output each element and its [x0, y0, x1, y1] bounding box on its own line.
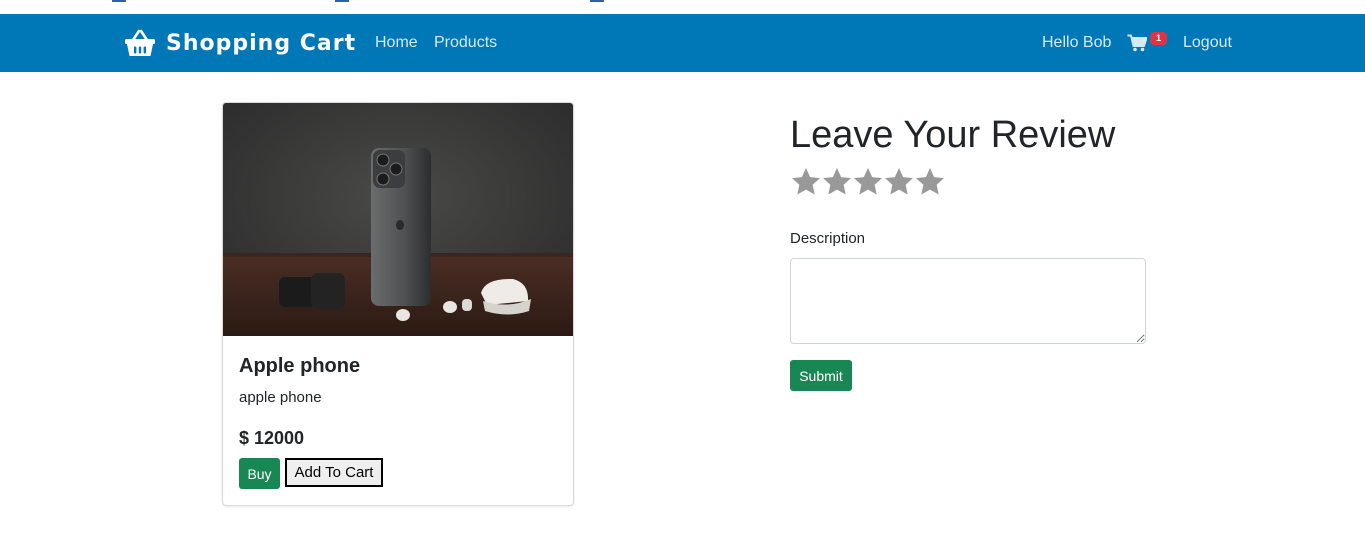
review-heading: Leave Your Review	[790, 114, 1116, 156]
navbar: Shopping Cart Home Products Hello Bob 1 …	[0, 14, 1365, 72]
cart-count-badge: 1	[1150, 32, 1167, 45]
star-icon[interactable]	[821, 166, 853, 198]
nav-link-products[interactable]: Products	[434, 34, 497, 52]
cart-icon	[1127, 34, 1147, 52]
product-description: apple phone	[239, 389, 322, 406]
star-icon[interactable]	[790, 166, 822, 198]
submit-button[interactable]: Submit	[790, 360, 852, 391]
product-title: Apple phone	[239, 355, 361, 377]
nav-link-home[interactable]: Home	[375, 34, 418, 52]
product-card: Apple phone apple phone $ 12000 Buy Add …	[222, 102, 574, 506]
bookmark-icon	[112, 0, 126, 2]
product-image	[223, 103, 573, 336]
star-rating[interactable]	[790, 166, 945, 198]
brand-name: Shopping Cart	[166, 30, 357, 56]
bookmark-icon	[335, 0, 349, 2]
user-greeting: Hello Bob	[1042, 34, 1112, 51]
logout-link[interactable]: Logout	[1183, 34, 1232, 52]
cart-link[interactable]: 1	[1127, 32, 1167, 54]
browser-top-strip	[0, 0, 1365, 14]
brand-link[interactable]: Shopping Cart	[124, 27, 356, 59]
star-icon[interactable]	[914, 166, 946, 198]
description-label: Description	[790, 230, 866, 247]
basket-icon	[125, 29, 155, 56]
star-icon[interactable]	[883, 166, 915, 198]
star-icon[interactable]	[852, 166, 884, 198]
product-price: $ 12000	[239, 428, 305, 448]
bookmark-icon	[590, 0, 604, 2]
add-to-cart-button[interactable]: Add To Cart	[285, 458, 383, 487]
description-textarea[interactable]	[790, 258, 1146, 344]
buy-button[interactable]: Buy	[239, 458, 280, 489]
